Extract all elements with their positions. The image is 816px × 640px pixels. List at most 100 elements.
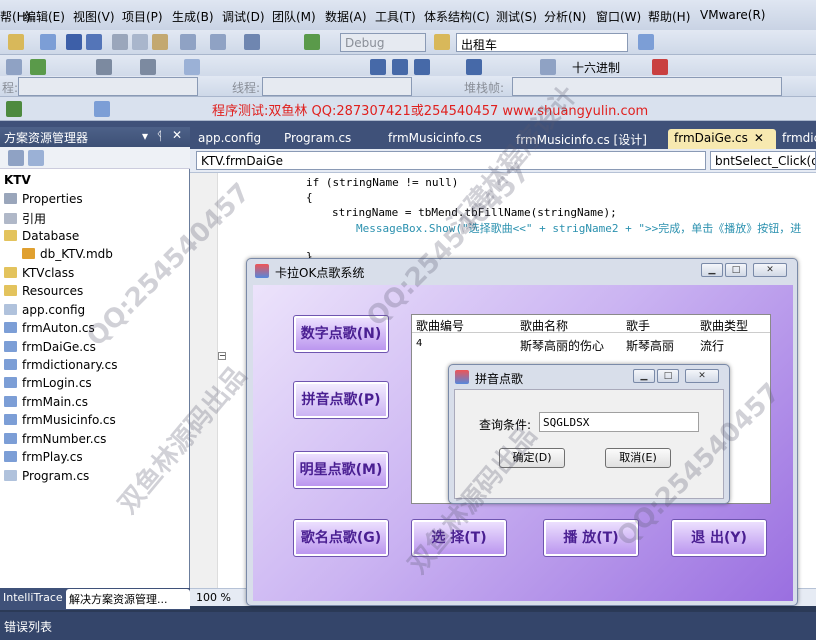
menu-edit[interactable]: 编辑(E) (24, 8, 65, 25)
zoom-level[interactable]: 100 % (196, 591, 231, 604)
continue-icon[interactable] (370, 59, 386, 75)
tab-frmmusicinfo-design[interactable]: frmMusicinfo.cs [设计] (510, 129, 653, 149)
tree-item[interactable]: 引用 (4, 210, 46, 227)
name-search-button[interactable]: 歌名点歌(G) (293, 519, 389, 557)
solution-config-combo[interactable]: Debug (340, 33, 426, 52)
process-combo[interactable] (18, 77, 198, 96)
column-header[interactable]: 歌曲类型 (696, 315, 770, 333)
save-all-icon[interactable] (86, 34, 102, 50)
cut-icon[interactable] (112, 34, 128, 50)
exit-button[interactable]: 退 出(Y) (671, 519, 767, 557)
menu-vmware[interactable]: VMware(R) (700, 8, 765, 22)
tab-frmdictionary[interactable]: frmdic (776, 129, 816, 149)
navigate-back-icon[interactable] (244, 34, 260, 50)
start-debug-icon[interactable] (304, 34, 320, 50)
tab-frmdaige-cs[interactable]: frmDaiGe.cs ✕ (668, 129, 776, 149)
close-button[interactable]: ✕ (685, 369, 719, 383)
menu-analyze[interactable]: 分析(N) (544, 8, 586, 25)
tree-item[interactable]: frmPlay.cs (4, 450, 83, 464)
breakpoint-icon[interactable] (540, 59, 556, 75)
indent-icon[interactable] (96, 59, 112, 75)
query-input[interactable]: SQGLDSX (539, 412, 699, 432)
minimize-button[interactable]: ▁ (701, 263, 723, 277)
cell-song-type[interactable]: 流行 (696, 335, 728, 356)
stop-icon[interactable] (414, 59, 430, 75)
column-header[interactable]: 歌曲名称 (516, 315, 622, 333)
tree-item[interactable]: db_KTV.mdb (22, 247, 113, 261)
bookmark-icon[interactable] (184, 59, 200, 75)
tree-item[interactable]: Resources (4, 284, 83, 298)
class-combo[interactable]: KTV.frmDaiGe (196, 151, 706, 170)
tree-item[interactable]: Properties (4, 192, 83, 206)
thread-combo[interactable] (262, 77, 412, 96)
tab-program-cs[interactable]: Program.cs (278, 129, 357, 149)
save-icon[interactable] (66, 34, 82, 50)
properties-icon[interactable] (94, 101, 110, 117)
show-all-files-icon[interactable] (28, 150, 44, 166)
method-combo[interactable]: bntSelect_Click(o (710, 151, 816, 170)
output-icon[interactable] (652, 59, 668, 75)
tab-intellitrace[interactable]: IntelliTrace (0, 589, 66, 609)
collapse-icon[interactable]: − (218, 352, 226, 360)
tab-frmmusicinfo-cs[interactable]: frmMusicinfo.cs (382, 129, 488, 149)
tree-project-ktv[interactable]: KTV (4, 173, 31, 187)
solution-explorer-icon[interactable] (638, 34, 654, 50)
dropdown-icon[interactable]: ▾ (142, 129, 148, 143)
menu-architecture[interactable]: 体系结构(C) (424, 8, 490, 25)
close-icon[interactable]: ✕ (754, 131, 764, 145)
tree-item[interactable]: Database (4, 229, 79, 243)
format-icon[interactable] (30, 59, 46, 75)
find-combo[interactable]: 出租车 (456, 33, 628, 52)
play-button[interactable]: 播 放(T) (543, 519, 639, 557)
redo-icon[interactable] (210, 34, 226, 50)
tab-app-config[interactable]: app.config (192, 129, 267, 149)
add-item-icon[interactable] (40, 34, 56, 50)
column-header[interactable]: 歌曲编号 (412, 315, 516, 333)
cell-singer[interactable]: 斯琴高丽 (622, 335, 678, 356)
tree-item[interactable]: Program.cs (4, 469, 89, 483)
tree-item[interactable]: frmMain.cs (4, 395, 88, 409)
properties-icon[interactable] (8, 150, 24, 166)
menu-tools[interactable]: 工具(T) (375, 8, 416, 25)
hex-display-toggle[interactable]: 十六进制 (572, 59, 620, 76)
undo-icon[interactable] (180, 34, 196, 50)
stack-frame-combo[interactable] (512, 77, 782, 96)
menu-debug[interactable]: 调试(D) (222, 8, 265, 25)
cell-song-name[interactable]: 斯琴高丽的伤心 (516, 335, 608, 356)
tree-item[interactable]: app.config (4, 303, 85, 317)
cell-song-id[interactable]: 4 (412, 335, 426, 351)
tab-solution-explorer[interactable]: 解决方案资源管理... (66, 589, 190, 609)
error-list-tab[interactable]: 错误列表 (4, 620, 52, 634)
find-in-files-icon[interactable] (434, 34, 450, 50)
tree-item[interactable]: frmdictionary.cs (4, 358, 118, 372)
digit-search-button[interactable]: 数字点歌(N) (293, 315, 389, 353)
menu-view[interactable]: 视图(V) (73, 8, 115, 25)
column-header[interactable]: 歌手 (622, 315, 696, 333)
pin-icon[interactable]: ᛩ (156, 129, 163, 143)
maximize-button[interactable]: □ (725, 263, 747, 277)
tree-item[interactable]: frmDaiGe.cs (4, 340, 96, 354)
tree-item[interactable]: frmAuton.cs (4, 321, 95, 335)
new-project-icon[interactable] (8, 34, 24, 50)
menu-window[interactable]: 窗口(W) (596, 8, 641, 25)
pinyin-search-button[interactable]: 拼音点歌(P) (293, 381, 389, 419)
menu-help[interactable]: 帮助(H) (648, 8, 690, 25)
select-button[interactable]: 选 择(T) (411, 519, 507, 557)
copy-icon[interactable] (132, 34, 148, 50)
menu-data[interactable]: 数据(A) (325, 8, 367, 25)
pointer-icon[interactable] (6, 59, 22, 75)
paste-icon[interactable] (152, 34, 168, 50)
menu-project[interactable]: 项目(P) (122, 8, 163, 25)
menu-build[interactable]: 生成(B) (172, 8, 214, 25)
tree-item[interactable]: KTVclass (4, 266, 74, 280)
pause-icon[interactable] (392, 59, 408, 75)
ok-button[interactable]: 确定(D) (499, 448, 565, 468)
menu-team[interactable]: 团队(M) (272, 8, 316, 25)
maximize-button[interactable]: □ (657, 369, 679, 383)
tree-item[interactable]: frmLogin.cs (4, 376, 92, 390)
menu-test[interactable]: 测试(S) (496, 8, 537, 25)
star-search-button[interactable]: 明星点歌(M) (293, 451, 389, 489)
step-into-icon[interactable] (466, 59, 482, 75)
tree-item[interactable]: frmMusicinfo.cs (4, 413, 116, 427)
comment-icon[interactable] (140, 59, 156, 75)
